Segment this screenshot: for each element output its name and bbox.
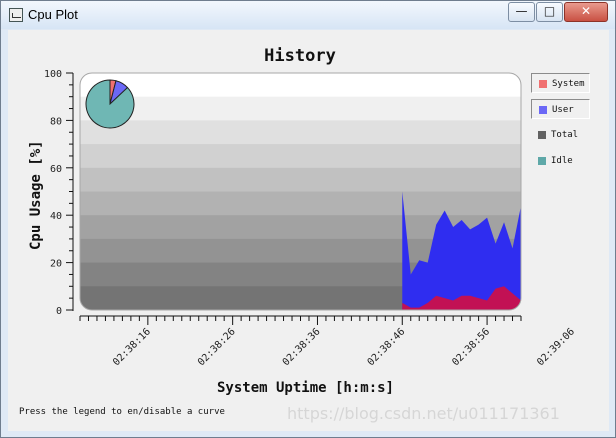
legend-total-swatch [538,131,546,139]
y-tick-label: 60 [50,164,62,175]
y-tick-label: 40 [50,211,62,222]
chart-canvas [80,73,521,310]
chart-title: History [264,46,336,66]
legend-user-label: User [552,105,574,115]
watermark: https://blog.csdn.net/u011171361 [287,404,560,423]
legend-system-swatch [539,80,547,88]
background-band [80,73,521,98]
x-tick-label: 02:38:16 [111,326,153,368]
background-band [80,167,521,192]
background-band [80,144,521,169]
x-tick-label: 02:38:56 [450,326,492,368]
legend-total[interactable]: Total [531,125,590,145]
legend-idle-swatch [538,157,546,165]
y-axis-label: Cpu Usage [%] [28,140,44,250]
y-tick-label: 100 [44,69,62,80]
legend-user-swatch [539,106,547,114]
y-tick-label: 20 [50,259,62,270]
background-band [80,191,521,216]
y-tick-label: 0 [56,306,62,317]
legend-system[interactable]: System [531,73,590,93]
x-tick-label: 02:38:26 [196,326,238,368]
cpu-pie [85,79,135,129]
x-tick-label: 02:38:36 [281,326,323,368]
legend-idle[interactable]: Idle [531,151,590,171]
legend-system-label: System [552,79,585,89]
y-tick-label: 80 [50,116,62,127]
x-axis-label: System Uptime [h:m:s] [216,380,394,396]
legend-user[interactable]: User [531,99,590,119]
legend-hint: Press the legend to en/disable a curve [19,407,225,417]
legend-idle-label: Idle [551,156,573,166]
x-tick-label: 02:39:06 [535,326,577,368]
x-tick-label: 02:38:46 [366,326,408,368]
background-band [80,96,521,121]
legend-total-label: Total [551,130,579,140]
background-band [80,120,521,145]
